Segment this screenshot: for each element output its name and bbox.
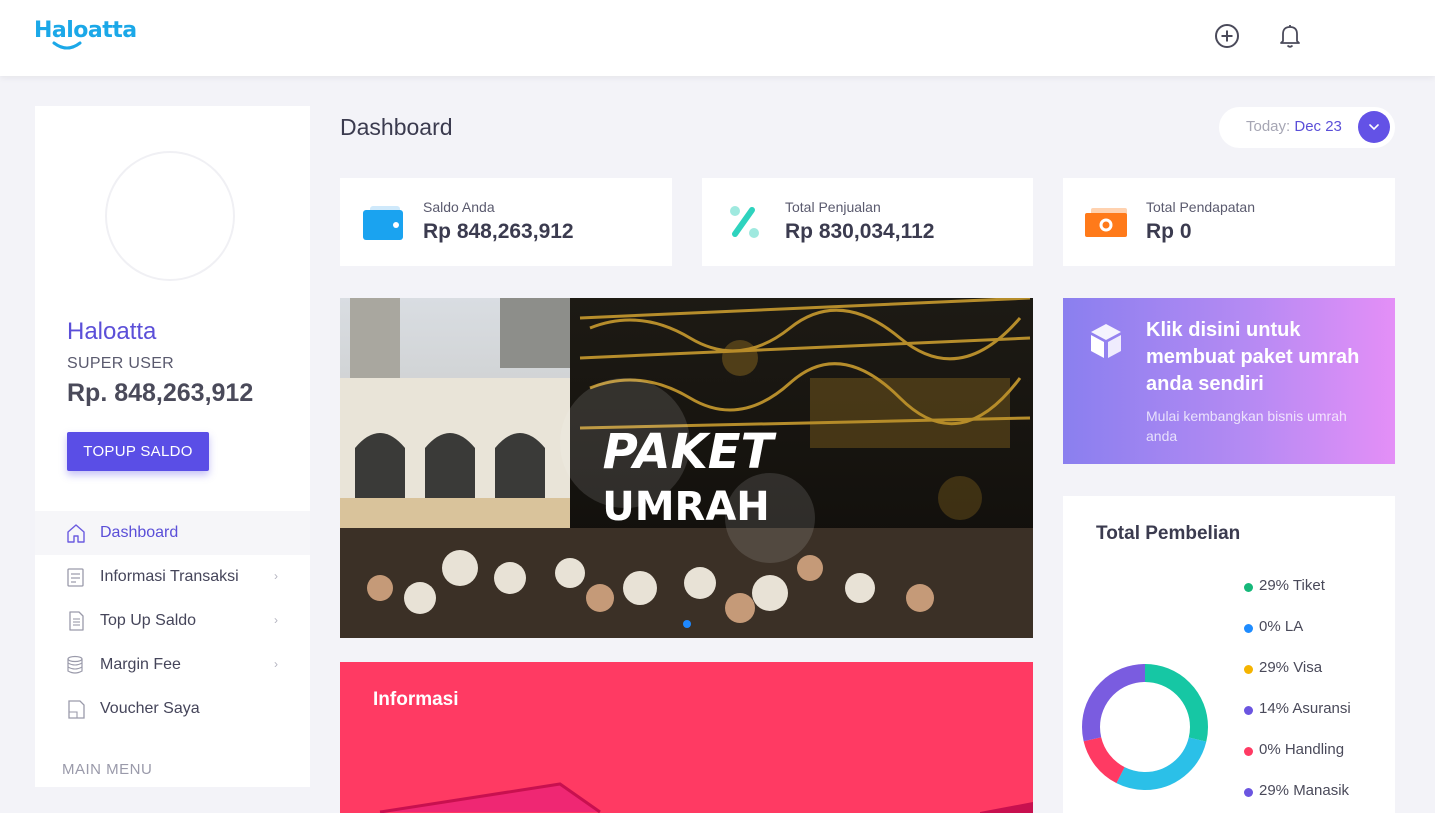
legend-label: 29% Tiket — [1259, 577, 1325, 594]
profile-name: Haloatta — [67, 318, 157, 345]
stat-card-penjualan: Total Penjualan Rp 830,034,112 — [702, 178, 1033, 266]
plus-circle-icon[interactable] — [1213, 22, 1241, 50]
topup-saldo-button[interactable]: TOPUP SALDO — [67, 432, 209, 471]
home-icon — [65, 522, 87, 544]
stat-value: Rp 0 — [1146, 220, 1192, 243]
main-menu-section-label: MAIN MENU — [62, 761, 153, 778]
receipt-icon — [65, 566, 87, 588]
stat-label: Total Pendapatan — [1146, 199, 1255, 215]
legend-item: 29% Visa — [1244, 659, 1351, 700]
sidebar-item-margin-fee[interactable]: Margin Fee › — [35, 643, 310, 687]
legend-label: 0% Handling — [1259, 741, 1345, 758]
stat-label: Saldo Anda — [423, 199, 495, 215]
legend-item: 14% Asuransi — [1244, 700, 1351, 741]
profile-balance: Rp. 848,263,912 — [67, 379, 254, 407]
banner-line1: PAKET — [603, 424, 777, 480]
date-label: Today: Dec 23 — [1246, 118, 1342, 135]
legend-item: 29% Manasik — [1244, 782, 1351, 813]
percent-icon — [724, 202, 766, 242]
haloatta-logo[interactable]: Haloatta — [34, 16, 138, 52]
purchase-donut-chart — [1082, 664, 1208, 790]
chevron-right-icon: › — [274, 657, 278, 671]
stat-card-pendapatan: Total Pendapatan Rp 0 — [1063, 178, 1395, 266]
date-dropdown-button[interactable] — [1358, 111, 1390, 143]
legend-label: 29% Manasik — [1259, 782, 1350, 799]
banner-line2: UMRAH — [602, 484, 770, 530]
coins-icon — [65, 654, 87, 676]
document-icon — [65, 610, 87, 632]
logo-text: Haloatta — [34, 18, 137, 43]
stat-label: Total Penjualan — [785, 199, 881, 215]
voucher-icon — [65, 698, 87, 720]
sidebar-item-label: Margin Fee — [100, 656, 181, 673]
legend-dot — [1244, 665, 1253, 674]
chevron-right-icon: › — [274, 569, 278, 583]
create-package-promo[interactable]: Klik disini untuk membuat paket umrah an… — [1063, 298, 1395, 464]
money-icon — [1085, 202, 1127, 242]
kaaba-photo-illustration: PAKET UMRAH — [340, 298, 1033, 638]
sidebar-item-label: Voucher Saya — [100, 700, 200, 717]
legend-item: 0% Handling — [1244, 741, 1351, 782]
legend-label: 14% Asuransi — [1259, 700, 1351, 717]
sidebar-item-dashboard[interactable]: Dashboard — [35, 511, 310, 555]
legend-label: 29% Visa — [1259, 659, 1323, 676]
promo-title: Klik disini untuk membuat paket umrah an… — [1146, 319, 1360, 395]
page-title: Dashboard — [340, 114, 453, 140]
box-icon — [1089, 322, 1123, 365]
logo-smile-icon — [52, 41, 82, 50]
sidebar-item-informasi-transaksi[interactable]: Informasi Transaksi › — [35, 555, 310, 599]
informasi-card: Informasi — [340, 662, 1033, 813]
bell-icon[interactable] — [1276, 22, 1304, 50]
paket-umrah-banner[interactable]: PAKET UMRAH — [340, 298, 1033, 638]
promo-subtitle: Mulai kembangkan bisnis umrah anda — [1146, 408, 1347, 444]
sidebar-menu: Dashboard Informasi Transaksi › Top Up S… — [35, 511, 310, 731]
chevron-down-icon — [1369, 124, 1379, 131]
sidebar: Haloatta SUPER USER Rp. 848,263,912 TOPU… — [35, 106, 310, 787]
date-selector[interactable]: Today: Dec 23 — [1219, 107, 1395, 148]
legend-dot — [1244, 747, 1253, 756]
chart-legend: 29% Tiket 0% LA 29% Visa 14% Asuransi 0% Han… — [1244, 577, 1351, 813]
stat-value: Rp 830,034,112 — [785, 220, 935, 243]
total-pembelian-title: Total Pembelian — [1096, 523, 1241, 544]
wallet-icon — [362, 202, 404, 242]
total-pembelian-card: Total Pembelian 29% Tiket 0% LA 29% Visa 14… — [1063, 496, 1395, 813]
sidebar-item-label: Informasi Transaksi — [100, 568, 239, 585]
date-value: Dec 23 — [1294, 118, 1342, 135]
sidebar-item-top-up-saldo[interactable]: Top Up Saldo › — [35, 599, 310, 643]
legend-dot — [1244, 706, 1253, 715]
profile-role: SUPER USER — [67, 355, 175, 372]
sidebar-item-voucher-saya[interactable]: Voucher Saya — [35, 687, 310, 731]
informasi-wave-decoration — [379, 782, 1033, 813]
stat-value: Rp 848,263,912 — [423, 220, 574, 243]
stat-card-saldo: Saldo Anda Rp 848,263,912 — [340, 178, 672, 266]
chevron-right-icon: › — [274, 613, 278, 627]
carousel-dot[interactable] — [683, 620, 691, 628]
legend-dot — [1244, 788, 1253, 797]
sidebar-item-label: Top Up Saldo — [100, 612, 197, 629]
avatar[interactable] — [105, 151, 235, 281]
legend-dot — [1244, 624, 1253, 633]
legend-item: 29% Tiket — [1244, 577, 1351, 618]
top-bar: Haloatta — [0, 0, 1435, 76]
legend-label: 0% LA — [1259, 618, 1304, 635]
legend-dot — [1244, 583, 1253, 592]
legend-item: 0% LA — [1244, 618, 1351, 659]
sidebar-item-label: Dashboard — [100, 524, 179, 541]
